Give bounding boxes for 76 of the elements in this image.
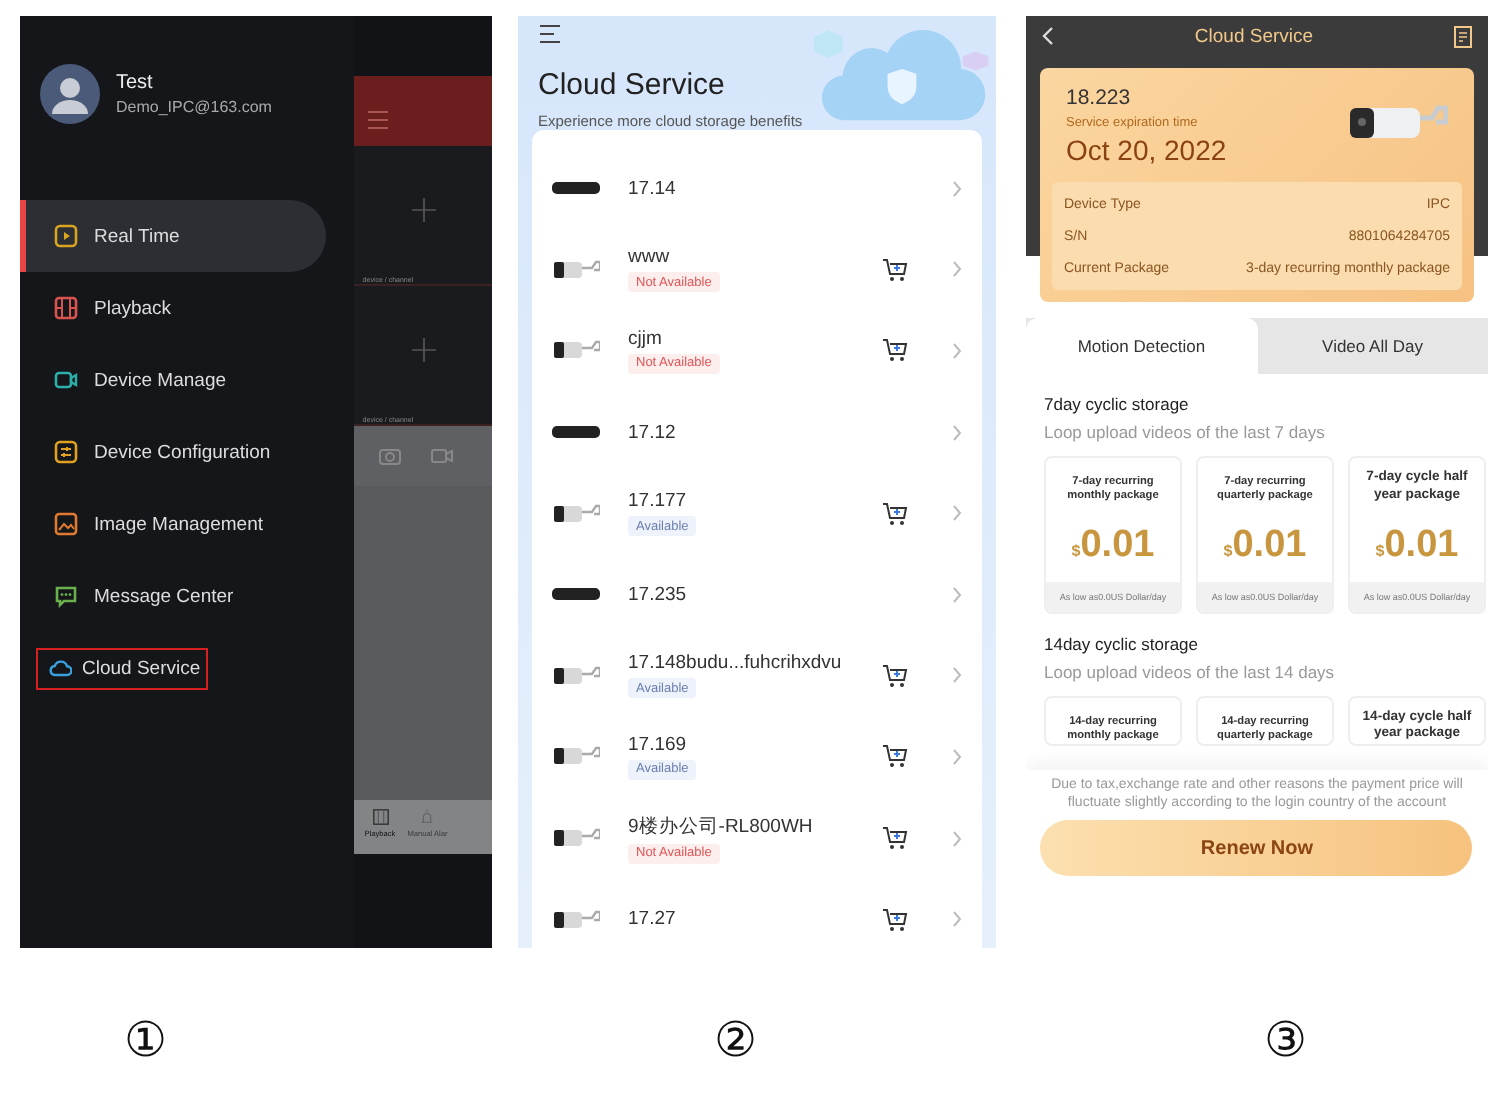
user-name: Test	[116, 72, 155, 94]
menu-item[interactable]: Message Center	[20, 560, 326, 632]
cart-icon[interactable]	[881, 338, 908, 363]
cart-icon[interactable]	[881, 744, 908, 769]
step-number: ②	[712, 1012, 760, 1070]
camera-icon	[552, 257, 600, 282]
image-icon	[54, 512, 78, 536]
document-icon[interactable]	[1454, 25, 1472, 47]
cart-icon[interactable]	[881, 826, 908, 851]
screen-title: Cloud Service	[538, 68, 725, 102]
device-name: www	[628, 246, 672, 269]
step-number: ③	[1262, 1012, 1310, 1070]
expiration-date: Oct 20, 2022	[1065, 134, 1227, 166]
menu-item[interactable]: Device Configuration	[20, 416, 326, 488]
section-title: 14day cyclic storage	[1043, 633, 1200, 654]
screen-title: Cloud Service	[1194, 25, 1314, 47]
device-row[interactable]: 17.14	[532, 148, 982, 230]
renew-button[interactable]: Renew Now	[1040, 820, 1473, 877]
section-title: 7day cyclic storage	[1043, 394, 1191, 414]
step-number: ①	[122, 1012, 170, 1070]
film-icon	[54, 296, 78, 320]
chat-icon	[54, 584, 78, 608]
device-row[interactable]: 17.235	[532, 553, 982, 636]
avatar-icon	[40, 64, 100, 124]
chevron-icon	[951, 666, 962, 685]
menu-item[interactable]: Image Management	[20, 488, 326, 560]
device-name: 17.14	[628, 177, 678, 200]
device-name: 9楼办公司-RL800WH	[628, 813, 815, 840]
section-subtitle: Loop upload videos of the last 14 days	[1043, 661, 1337, 682]
camera-icon	[552, 826, 600, 851]
back-icon[interactable]	[1041, 26, 1054, 46]
menu-icon[interactable]	[538, 24, 562, 44]
device-name: 17.148budu...fuhcrihxdvu	[628, 652, 844, 675]
chevron-icon	[951, 179, 962, 198]
chevron-icon	[951, 260, 962, 279]
chevron-icon	[951, 829, 962, 848]
package-price: $0.01	[1375, 523, 1459, 568]
alarm-icon	[418, 808, 437, 826]
sliders-icon	[54, 440, 78, 464]
device-name: 17.177	[628, 490, 689, 513]
cloud-icon	[48, 656, 72, 680]
menu-item[interactable]: Cloud Service	[20, 632, 326, 704]
cart-icon[interactable]	[881, 663, 908, 688]
section-subtitle: Loop upload videos of the last 7 days	[1043, 422, 1327, 442]
user-email: Demo_IPC@163.com	[116, 98, 272, 116]
cart-icon[interactable]	[881, 907, 908, 932]
device-name: 17.27	[628, 908, 678, 931]
chevron-icon	[951, 341, 962, 360]
tab[interactable]: Motion Detection	[1025, 318, 1257, 374]
device-name: 17.169	[628, 733, 689, 756]
cart-icon[interactable]	[881, 501, 908, 526]
chevron-icon	[951, 747, 962, 766]
device-row[interactable]: 17.12	[532, 391, 982, 473]
chevron-icon	[951, 423, 962, 442]
menu-item[interactable]: Real Time	[20, 200, 326, 272]
device-name: cjjm	[628, 327, 664, 350]
menu-item[interactable]: Playback	[20, 272, 326, 344]
camera-icon	[552, 501, 600, 526]
chevron-icon	[951, 585, 962, 604]
camera-icon	[54, 368, 78, 392]
chevron-icon	[951, 504, 962, 523]
camera-icon	[552, 663, 600, 688]
device-name: 18.223	[1065, 86, 1133, 110]
chevron-icon	[951, 910, 962, 929]
camera-icon	[552, 744, 600, 769]
device-name: 17.235	[628, 583, 689, 606]
cart-icon[interactable]	[881, 257, 908, 282]
camera-icon	[552, 338, 600, 363]
play-icon	[54, 224, 78, 248]
device-name: 17.12	[628, 421, 678, 444]
menu-item[interactable]: Device Manage	[20, 344, 326, 416]
package-price: $0.01	[1071, 523, 1155, 568]
package-price: $0.01	[1223, 523, 1307, 568]
film-icon	[371, 808, 389, 826]
device-row[interactable]: 17.27	[532, 878, 982, 948]
camera-icon	[552, 907, 600, 932]
